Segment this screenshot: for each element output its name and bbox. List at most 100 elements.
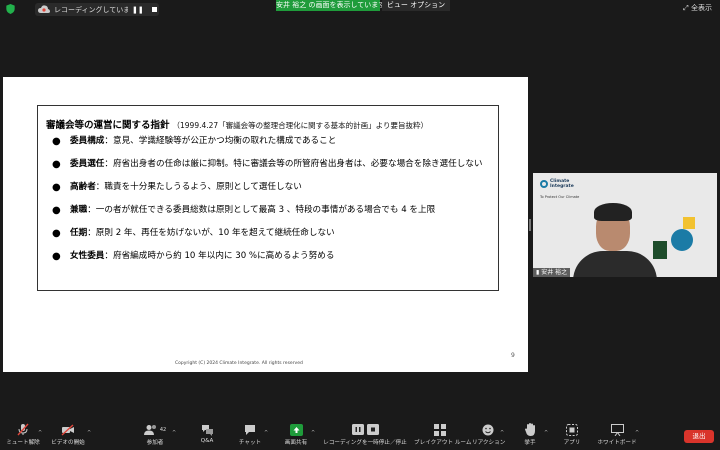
pause-recording-icon: [351, 424, 364, 435]
whiteboard-icon: [610, 423, 624, 436]
participant-name: 安井 裕之: [541, 269, 568, 276]
share-screen-label: 画面共有: [284, 440, 308, 446]
panel-resize-handle[interactable]: [529, 219, 531, 231]
breakout-rooms-button[interactable]: ブレイクアウト ルーム: [414, 423, 472, 446]
fullscreen-label: 全表示: [691, 4, 712, 12]
qa-icon: [201, 424, 213, 436]
background-decor: [683, 217, 695, 229]
slide-heading: 審議会等の運営に関する指針 （1999.4.27「審議会等の整理合理化に関する基本…: [46, 113, 428, 132]
background-decor: [671, 229, 693, 251]
list-item: ● 委員選任：府省出身者の任命は厳に抑制。特に審議会等の所管府省出身者は、必要な場…: [52, 158, 492, 171]
raise-hand-button[interactable]: 挙手: [518, 423, 542, 446]
video-label: ビデオの開始: [51, 440, 85, 446]
qa-button[interactable]: Q&A: [196, 423, 218, 444]
item-text: ：府省出身者の任命は厳に抑制。特に審議会等の所管府省出身者は、必要な場合を除き選…: [104, 159, 483, 169]
chat-button[interactable]: チャット: [238, 423, 262, 446]
reactions-options-caret-icon[interactable]: ^: [500, 430, 504, 436]
bullet: ●: [52, 251, 61, 262]
list-item: ● 高齢者：職責を十分果たしうるよう、原則として選任しない: [52, 181, 492, 194]
slide-copyright: Copyright (C) 2024 Climate Integrate. Al…: [175, 361, 303, 366]
whiteboard-options-caret-icon[interactable]: ^: [635, 430, 639, 436]
shield-icon[interactable]: [6, 4, 15, 14]
bullet: ●: [52, 205, 61, 216]
item-text: ：一の者が就任できる委員総数は原則として最高 3 、特段の事情がある場合でも 4…: [87, 205, 436, 215]
apps-icon: [566, 423, 578, 436]
guideline-list: ● 委員構成：意見、学識経験等が公正かつ均衡の取れた構成であること ● 委員選任：府…: [52, 135, 492, 273]
guideline-box: 審議会等の運営に関する指針 （1999.4.27「審議会等の整理合理化に関する基本…: [37, 105, 499, 291]
bullet: ●: [52, 136, 61, 147]
raise-hand-options-caret-icon[interactable]: ^: [544, 430, 548, 436]
bullet: ●: [52, 159, 61, 170]
participant-count: 42: [159, 426, 167, 433]
breakout-rooms-icon: [434, 423, 446, 436]
item-term: 兼職: [70, 205, 88, 215]
screen-share-banner: 安井 裕之 の画面を表示しています: [276, 0, 386, 11]
logo-tagline: To Protect Our Climate: [540, 195, 580, 199]
item-term: 委員選任: [70, 159, 105, 169]
meeting-toolbar: ミュート解除 ^ ビデオの開始 ^ 42 参加者 ^ Q&A チャット ^ 画面…: [0, 420, 720, 450]
microphone-muted-icon: [17, 423, 29, 436]
bullet: ●: [52, 182, 61, 193]
apps-button[interactable]: アプリ: [560, 423, 584, 446]
item-text: ：意見、学識経験等が公正かつ均衡の取れた構成であること: [104, 136, 337, 146]
recording-control-label: レコーディングを一時停止／停止: [323, 440, 407, 446]
video-options-caret-icon[interactable]: ^: [87, 430, 91, 436]
share-screen-button[interactable]: 画面共有: [283, 423, 309, 446]
list-item: ● 女性委員：府省編成時から約 10 年以内に 30 %に高めるよう努める: [52, 250, 492, 263]
stop-recording-icon: [366, 424, 379, 435]
signal-icon: ▮: [536, 269, 540, 276]
breakout-rooms-label: ブレイクアウト ルーム: [414, 440, 472, 446]
mute-label: ミュート解除: [6, 440, 40, 446]
participant-video[interactable]: Climate Integrate To Protect Our Climate…: [533, 173, 717, 277]
participants-options-caret-icon[interactable]: ^: [172, 430, 176, 436]
list-item: ● 任期：原則 2 年、再任を妨げないが、10 年を超えて継続任命しない: [52, 227, 492, 240]
share-screen-icon: [289, 423, 303, 436]
item-term: 委員構成: [70, 136, 105, 146]
list-item: ● 委員構成：意見、学識経験等が公正かつ均衡の取れた構成であること: [52, 135, 492, 148]
recording-indicator: レコーディングしています... ❚❚: [35, 3, 159, 16]
shared-slide: 審議会等の運営に関する指針 （1999.4.27「審議会等の整理合理化に関する基本…: [3, 77, 528, 372]
raise-hand-icon: [524, 423, 535, 436]
item-text: ：府省編成時から約 10 年以内に 30 %に高めるよう努める: [104, 251, 335, 261]
whiteboard-button[interactable]: ホワイトボード: [596, 423, 638, 446]
pause-recording-icon[interactable]: ❚❚: [132, 6, 144, 14]
recording-status-text: レコーディングしています...: [54, 5, 128, 14]
participants-label: 参加者: [146, 440, 164, 446]
reactions-icon: [482, 424, 494, 435]
participants-icon: [143, 424, 156, 435]
background-decor: [653, 241, 667, 259]
item-term: 任期: [70, 228, 88, 238]
cloud-recording-icon: [38, 4, 50, 13]
leave-meeting-button[interactable]: 退出: [684, 430, 714, 443]
stop-recording-icon[interactable]: [151, 7, 157, 12]
fullscreen-button[interactable]: ⤢ 全表示: [683, 3, 712, 13]
apps-label: アプリ: [563, 440, 581, 446]
mute-options-caret-icon[interactable]: ^: [38, 430, 42, 436]
item-text: ：原則 2 年、再任を妨げないが、10 年を超えて継続任命しない: [87, 228, 335, 238]
share-options-caret-icon[interactable]: ^: [311, 430, 315, 436]
mute-button[interactable]: ミュート解除: [6, 423, 40, 446]
bullet: ●: [52, 228, 61, 239]
video-button[interactable]: ビデオの開始: [48, 423, 88, 446]
participants-button[interactable]: 42 参加者: [140, 423, 170, 446]
list-item: ● 兼職：一の者が就任できる委員総数は原則として最高 3 、特段の事情がある場合で…: [52, 204, 492, 217]
recording-control-button[interactable]: レコーディングを一時停止／停止: [322, 423, 408, 446]
chat-options-caret-icon[interactable]: ^: [264, 430, 268, 436]
view-options-button[interactable]: ビュー オプション: [382, 0, 450, 11]
qa-label: Q&A: [200, 438, 214, 444]
slide-title-note: （1999.4.27「審議会等の整理合理化に関する基本的計画」より要旨抜粋）: [172, 121, 429, 130]
slide-page-number: 9: [511, 352, 515, 359]
reactions-label: リアクション: [472, 440, 506, 446]
participant-hair: [594, 203, 632, 221]
whiteboard-label: ホワイトボード: [597, 440, 637, 446]
climate-integrate-logo: [540, 180, 548, 188]
chat-icon: [245, 424, 255, 435]
item-term: 女性委員: [70, 251, 105, 261]
slide-title: 審議会等の運営に関する指針: [46, 120, 170, 131]
item-text: ：職責を十分果たしうるよう、原則として選任しない: [95, 182, 302, 192]
raise-hand-label: 挙手: [524, 440, 536, 446]
logo-text: Climate Integrate: [550, 179, 574, 189]
video-off-icon: [61, 423, 74, 436]
participant-body: [573, 251, 657, 277]
participant-name-tag: ▮ 安井 裕之: [533, 268, 571, 277]
